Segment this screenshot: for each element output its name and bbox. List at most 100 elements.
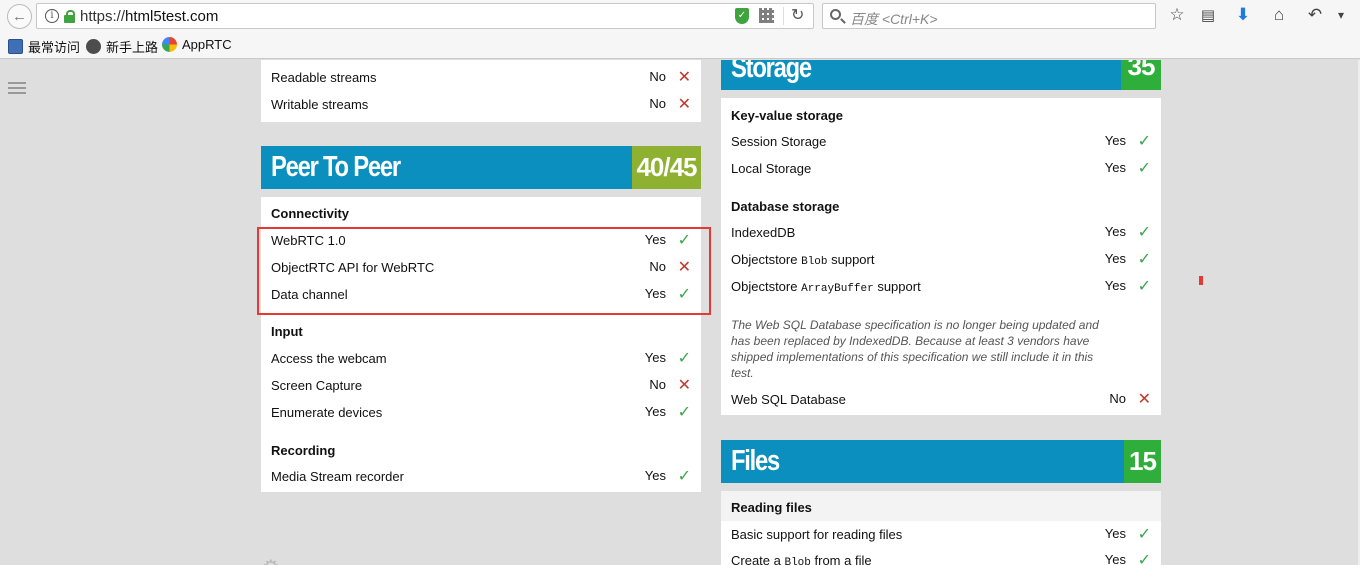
address-bar[interactable]: i https://html5test.com ✓ ↻ bbox=[36, 3, 814, 29]
feature-value: Yes bbox=[1104, 278, 1126, 293]
feature-row: Local Storage Yes ✓ bbox=[721, 155, 1161, 182]
section-heading: Connectivity bbox=[271, 206, 350, 221]
cross-icon: ✕ bbox=[1137, 391, 1151, 408]
section-heading: Input bbox=[271, 324, 303, 339]
feature-value: Yes bbox=[1104, 224, 1126, 239]
feature-row: Enumerate devices Yes ✓ bbox=[261, 399, 701, 426]
score-badge: 15 bbox=[1124, 440, 1161, 483]
label-text: from a file bbox=[810, 553, 872, 565]
bookmark-label: 新手上路 bbox=[106, 40, 159, 55]
feature-row: Objectstore ArrayBuffer support Yes ✓ bbox=[721, 273, 1161, 300]
feature-label: Objectstore Blob support bbox=[731, 252, 874, 268]
back-arrow-icon: ← bbox=[12, 8, 27, 25]
section-heading: Database storage bbox=[731, 199, 840, 214]
lock-icon[interactable] bbox=[64, 10, 75, 23]
check-icon: ✓ bbox=[1137, 224, 1151, 241]
storage-header: Storage 35 bbox=[721, 60, 1161, 90]
back-button[interactable]: ← bbox=[7, 4, 32, 29]
highlight-box bbox=[257, 227, 711, 315]
feature-label: Basic support for reading files bbox=[731, 527, 903, 542]
check-icon: ✓ bbox=[1137, 278, 1151, 295]
section-title: Peer To Peer bbox=[271, 151, 401, 183]
section-title: Files bbox=[731, 445, 780, 477]
check-icon: ✓ bbox=[677, 468, 691, 485]
feature-label: Writable streams bbox=[271, 97, 369, 112]
feature-label: Screen Capture bbox=[271, 378, 363, 393]
undo-icon[interactable]: ↶ bbox=[1304, 4, 1326, 26]
url-host: html5test.com bbox=[125, 8, 219, 25]
feature-row: Readable streams No ✕ bbox=[261, 64, 701, 91]
label-text: support bbox=[827, 252, 875, 267]
url-scheme: https:// bbox=[80, 8, 126, 25]
feature-label: Create a Blob from a file bbox=[731, 553, 872, 565]
cross-icon: ✕ bbox=[677, 69, 691, 86]
feature-value: Yes bbox=[644, 468, 666, 483]
shield-icon[interactable]: ✓ bbox=[735, 8, 749, 24]
feature-value: No bbox=[649, 69, 666, 84]
feature-label: Enumerate devices bbox=[271, 405, 383, 420]
bookmark-getting-started[interactable]: 新手上路 bbox=[86, 37, 158, 56]
feature-value: No bbox=[649, 377, 666, 392]
peer-to-peer-header: Peer To Peer 40/45 bbox=[261, 146, 701, 189]
reading-list-icon[interactable]: ▤ bbox=[1197, 4, 1219, 26]
qr-code-icon[interactable] bbox=[759, 8, 774, 23]
menu-dropdown-icon[interactable]: ▾ bbox=[1330, 4, 1352, 26]
feature-row: Media Stream recorder Yes ✓ bbox=[261, 463, 701, 490]
section-heading: Key-value storage bbox=[731, 108, 843, 123]
globe-icon bbox=[86, 39, 101, 54]
section-title: Storage bbox=[731, 60, 812, 84]
star-bookmark-icon[interactable]: ☆ bbox=[1166, 4, 1188, 26]
url-text[interactable]: https://html5test.com bbox=[80, 8, 218, 25]
check-icon: ✓ bbox=[1137, 552, 1151, 565]
cross-icon: ✕ bbox=[677, 96, 691, 113]
streams-card: Readable streams No ✕ Writable streams N… bbox=[261, 60, 701, 122]
feature-label: Media Stream recorder bbox=[271, 469, 404, 484]
feature-value: Yes bbox=[1104, 251, 1126, 266]
feature-label: Web SQL Database bbox=[731, 392, 846, 407]
red-marker bbox=[1199, 276, 1203, 285]
folder-icon bbox=[8, 39, 23, 54]
faded-section-icon: ⚙ bbox=[262, 555, 280, 565]
home-icon[interactable]: ⌂ bbox=[1268, 4, 1290, 26]
feature-value: Yes bbox=[1104, 552, 1126, 565]
reload-icon[interactable]: ↻ bbox=[791, 5, 804, 25]
feature-row: Access the webcam Yes ✓ bbox=[261, 345, 701, 372]
files-card: Reading files Basic support for reading … bbox=[721, 491, 1161, 565]
search-bar[interactable]: 百度 <Ctrl+K> bbox=[822, 3, 1156, 29]
download-icon[interactable]: ⬇ bbox=[1232, 4, 1254, 26]
feature-row: Web SQL Database No ✕ bbox=[721, 386, 1161, 413]
check-icon: ✓ bbox=[1137, 526, 1151, 543]
bookmark-most-visited[interactable]: 最常访问 bbox=[8, 37, 80, 56]
files-header: Files 15 bbox=[721, 440, 1161, 483]
feature-row: Session Storage Yes ✓ bbox=[721, 128, 1161, 155]
feature-label: Local Storage bbox=[731, 161, 812, 176]
label-text: Create a bbox=[731, 553, 785, 565]
feature-row: Objectstore Blob support Yes ✓ bbox=[721, 246, 1161, 273]
websql-note: The Web SQL Database specification is no… bbox=[731, 318, 1099, 380]
info-icon[interactable]: i bbox=[45, 9, 59, 23]
label-text: Objectstore bbox=[731, 279, 802, 294]
feature-label: Access the webcam bbox=[271, 351, 387, 366]
feature-row: Basic support for reading files Yes ✓ bbox=[721, 521, 1161, 548]
bookmark-label: 最常访问 bbox=[28, 40, 81, 55]
search-placeholder: 百度 <Ctrl+K> bbox=[850, 11, 938, 27]
bookmark-apprtc[interactable]: AppRTC bbox=[162, 37, 232, 52]
feature-label: IndexedDB bbox=[731, 225, 796, 240]
feature-label: Readable streams bbox=[271, 70, 377, 85]
feature-value: Yes bbox=[1104, 526, 1126, 541]
feature-value: Yes bbox=[644, 404, 666, 419]
score-badge: 40/45 bbox=[632, 146, 701, 189]
feature-row: IndexedDB Yes ✓ bbox=[721, 219, 1161, 246]
feature-value: Yes bbox=[644, 350, 666, 365]
feature-value: Yes bbox=[1104, 160, 1126, 175]
bookmarks-bar: 最常访问 新手上路 AppRTC bbox=[0, 32, 1360, 59]
hamburger-menu-icon[interactable] bbox=[8, 82, 26, 97]
check-icon: ✓ bbox=[1137, 160, 1151, 177]
separator bbox=[783, 7, 784, 25]
label-code: ArrayBuffer bbox=[801, 283, 874, 295]
label-code: Blob bbox=[784, 557, 811, 565]
search-icon bbox=[830, 9, 841, 20]
check-icon: ✓ bbox=[677, 350, 691, 367]
page-viewport: Readable streams No ✕ Writable streams N… bbox=[0, 60, 1360, 565]
browser-toolbar: ← i https://html5test.com ✓ ↻ 百度 <Ctrl+K… bbox=[0, 0, 1360, 32]
